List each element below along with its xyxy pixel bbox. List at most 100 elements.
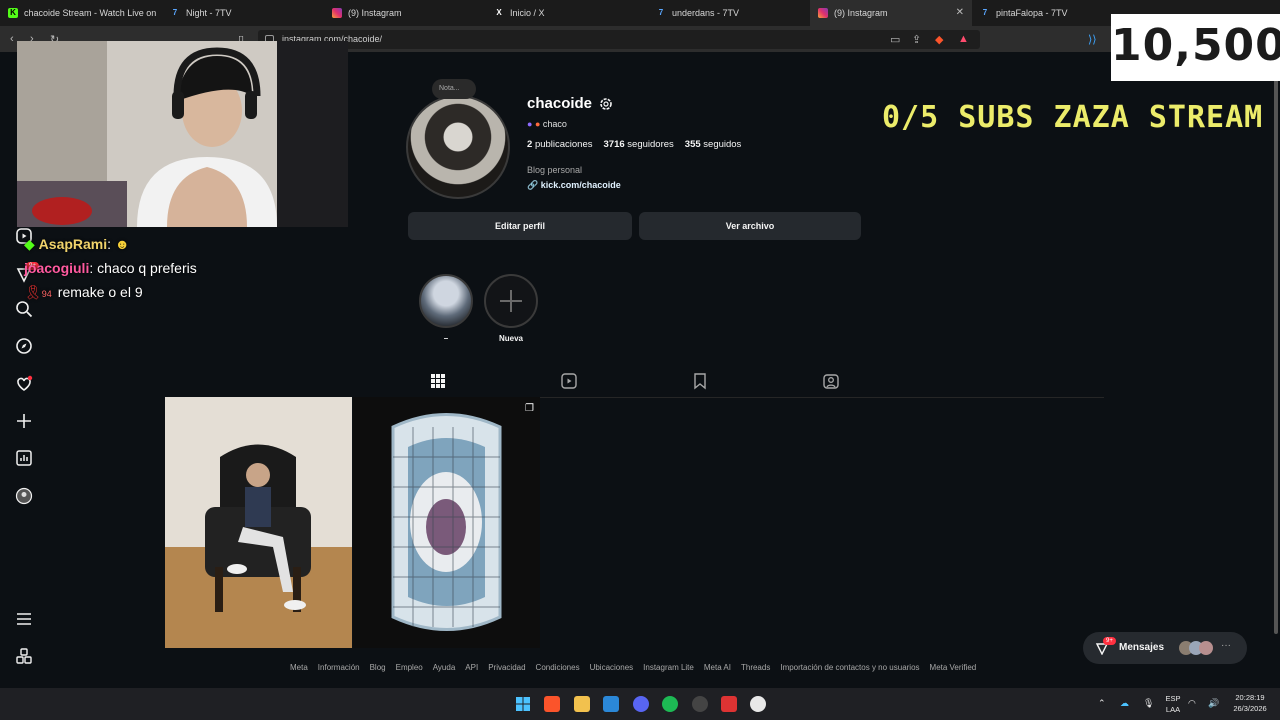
browser-tab[interactable]: (9) Instagram	[324, 0, 486, 26]
profile-stats: 2 publicaciones 3716 seguidores 355 segu…	[527, 139, 741, 150]
share-icon[interactable]: ⇪	[912, 33, 921, 46]
browser-tab[interactable]: 7 pintaFalopa - 7TV	[972, 0, 1134, 26]
volume-icon[interactable]: 🔊	[1208, 698, 1219, 709]
stream-chat-overlay: ◆ AsapRami: ☻ joacogiuli: chaco q prefer…	[24, 236, 197, 308]
profile-avatar-icon[interactable]	[14, 486, 34, 506]
reels-tab-icon[interactable]	[560, 372, 578, 390]
profile-avatar[interactable]	[406, 95, 510, 199]
browser-tab[interactable]: 7 Night - 7TV	[162, 0, 324, 26]
note-bubble[interactable]: Nota...	[432, 79, 476, 99]
footer-link[interactable]: API	[465, 663, 478, 672]
obs-icon[interactable]	[692, 696, 708, 712]
dashboard-icon[interactable]	[14, 448, 34, 468]
footer-link[interactable]: Información	[318, 663, 360, 672]
settings-gear-icon[interactable]	[598, 96, 614, 112]
cast-icon[interactable]: ▭	[890, 33, 900, 46]
file-explorer-icon[interactable]	[574, 696, 590, 712]
clock-date[interactable]: 26/3/2026	[1226, 704, 1274, 713]
browser-tab[interactable]: 7 underdans - 7TV	[648, 0, 810, 26]
new-highlight-button[interactable]	[484, 274, 538, 328]
browser-tab[interactable]: X Inicio / X	[486, 0, 648, 26]
tray-chevron-icon[interactable]: ⌃	[1098, 698, 1106, 709]
browser-tab[interactable]: Kchacoide Stream - Watch Live on	[0, 0, 162, 26]
footer-links: Meta Información Blog Empleo Ayuda API P…	[290, 663, 976, 672]
brave-browser-icon[interactable]	[544, 696, 560, 712]
followers-label: seguidores	[627, 139, 674, 150]
following-label: seguidos	[703, 139, 742, 150]
footer-link[interactable]: Meta	[290, 663, 308, 672]
address-bar[interactable]: instagram.com/chacoide/	[258, 30, 980, 49]
chat-username: joacogiuli	[24, 260, 90, 276]
footer-link[interactable]: Empleo	[396, 663, 423, 672]
saved-bookmark-icon[interactable]	[691, 372, 709, 390]
post-thumbnail[interactable]: ❐	[353, 397, 540, 648]
tagged-icon[interactable]	[822, 372, 840, 390]
brave-rewards-icon[interactable]: ▲	[958, 33, 969, 45]
footer-link[interactable]: Ayuda	[433, 663, 456, 672]
tab-label: chacoide Stream - Watch Live on	[24, 8, 157, 18]
more-icon: ···	[1221, 640, 1231, 651]
following-stat[interactable]: 355 seguidos	[685, 139, 742, 150]
following-count: 355	[684, 139, 701, 150]
heart-icon[interactable]	[14, 374, 34, 394]
spotify-icon[interactable]	[662, 696, 678, 712]
posts-count: 2	[527, 139, 533, 150]
bio-link[interactable]: 🔗 kick.com/chacoide	[527, 180, 621, 191]
wallet-icon[interactable]: ⟩⟩	[1088, 33, 1097, 46]
brave-shield-icon[interactable]: ◆	[935, 33, 943, 46]
story-highlight[interactable]	[419, 274, 473, 328]
posts-grid-icon[interactable]	[429, 372, 447, 390]
footer-link[interactable]: Importación de contactos y no usuarios	[780, 663, 919, 672]
threads-badge[interactable]: ● ● chaco	[527, 119, 567, 129]
footer-link[interactable]: Ubicaciones	[590, 663, 634, 672]
windows-start-icon[interactable]	[515, 696, 531, 712]
messages-label: Mensajes	[1119, 642, 1165, 653]
chat-message: ◆ AsapRami: ☻	[24, 236, 130, 252]
create-icon[interactable]	[14, 411, 34, 431]
microphone-icon[interactable]: 🎙	[1143, 698, 1154, 709]
plus-icon	[500, 290, 522, 312]
edit-profile-button[interactable]: Editar perfil	[408, 212, 632, 240]
wifi-icon[interactable]: ◠	[1188, 698, 1196, 709]
discord-icon[interactable]	[633, 696, 649, 712]
app-icon[interactable]	[750, 696, 766, 712]
back-icon[interactable]: ‹	[10, 33, 14, 45]
avatar	[1199, 641, 1213, 655]
tab-label: (9) Instagram	[348, 8, 402, 18]
chat-badge: 94	[41, 289, 52, 299]
browser-tab-active[interactable]: (9) Instagram ✕	[810, 0, 972, 26]
footer-link[interactable]: Privacidad	[488, 663, 525, 672]
language-top[interactable]: ESP	[1164, 694, 1182, 703]
post-thumbnail[interactable]	[165, 397, 352, 648]
followers-stat[interactable]: 3716 seguidores	[604, 139, 674, 150]
footer-link[interactable]: Meta Verified	[930, 663, 977, 672]
footer-link[interactable]: Blog	[370, 663, 386, 672]
kick-icon: K	[8, 8, 18, 18]
scrollbar[interactable]	[1272, 52, 1280, 688]
footer-link[interactable]: Threads	[741, 663, 770, 672]
link-icon: 🔗	[527, 180, 539, 190]
instagram-icon	[818, 8, 828, 18]
post-photo-stained-glass	[353, 397, 540, 648]
bio-link-text: kick.com/chacoide	[540, 180, 621, 190]
close-icon[interactable]: ✕	[956, 7, 964, 18]
language-bottom[interactable]: LAA	[1164, 705, 1182, 714]
footer-link[interactable]: Condiciones	[536, 663, 580, 672]
app-icon[interactable]	[721, 696, 737, 712]
view-archive-button[interactable]: Ver archivo	[639, 212, 861, 240]
messages-button[interactable]: 9+ Mensajes ···	[1083, 632, 1247, 664]
browser-tab-bar: Kchacoide Stream - Watch Live on 7 Night …	[0, 0, 1280, 26]
bing-icon[interactable]	[603, 696, 619, 712]
chat-badge-icon: ◆	[24, 236, 35, 252]
menu-icon[interactable]	[14, 609, 34, 629]
footer-link[interactable]: Instagram Lite	[643, 663, 694, 672]
ribbon-icon: 🎗	[24, 284, 42, 300]
webcam-feed	[17, 41, 348, 227]
footer-link[interactable]: Meta AI	[704, 663, 731, 672]
onedrive-icon[interactable]: ☁	[1120, 698, 1129, 709]
threads-icon: ●	[527, 119, 533, 129]
meta-apps-icon[interactable]	[14, 646, 34, 666]
clock-time[interactable]: 20:28:19	[1228, 693, 1272, 702]
explore-icon[interactable]	[14, 336, 34, 356]
scrollbar-thumb[interactable]	[1274, 54, 1278, 634]
